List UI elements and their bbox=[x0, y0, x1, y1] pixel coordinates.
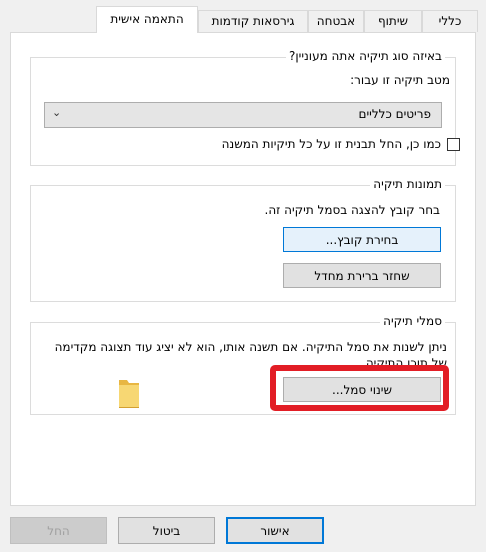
folder-pictures-group-title: תמונות תיקיה bbox=[370, 177, 445, 191]
cancel-button[interactable]: ביטול bbox=[118, 517, 215, 544]
tab-customize[interactable]: התאמה אישית bbox=[96, 6, 198, 33]
optimize-folder-select[interactable]: פריטים כלליים ⌄ bbox=[44, 102, 442, 128]
tab-sharing[interactable]: שיתוף bbox=[364, 10, 422, 32]
choose-file-instruction: בחר קובץ להצגה בסמל תיקיה זה. bbox=[264, 203, 441, 217]
tab-panel-customize: באיזה סוג תיקיה אתה מעוניין? מטב תיקיה ז… bbox=[10, 32, 476, 506]
tab-general[interactable]: כללי bbox=[422, 10, 478, 32]
tab-previous-versions[interactable]: גירסאות קודמות bbox=[198, 10, 308, 32]
folder-icons-description: ניתן לשנות את סמל התיקיה. אם תשנה אותו, … bbox=[54, 340, 447, 365]
folder-properties-dialog: כללי שיתוף אבטחה גירסאות קודמות התאמה אי… bbox=[0, 0, 486, 552]
chevron-down-icon: ⌄ bbox=[52, 106, 62, 119]
ok-button[interactable]: אישור bbox=[226, 517, 324, 544]
restore-default-button[interactable]: שחזר ברירת מחדל bbox=[283, 263, 441, 288]
apply-subfolders-label: כמו כן, החל תבנית זו על כל תיקיות המשנה bbox=[221, 137, 441, 151]
folder-icons-group-title: סמלי תיקיה bbox=[380, 314, 445, 328]
tab-security[interactable]: אבטחה bbox=[308, 10, 364, 32]
apply-subfolders-row[interactable]: כמו כן, החל תבנית זו על כל תיקיות המשנה bbox=[222, 137, 460, 151]
optimize-label: מטב תיקיה זו עבור: bbox=[350, 73, 450, 87]
folder-type-group-title: באיזה סוג תיקיה אתה מעוניין? bbox=[286, 49, 445, 63]
apply-subfolders-checkbox[interactable] bbox=[447, 137, 460, 151]
apply-button: החל bbox=[10, 517, 107, 544]
folder-icon bbox=[117, 377, 141, 409]
optimize-folder-selected-value: פריטים כלליים bbox=[358, 107, 431, 121]
choose-file-button[interactable]: בחירת קובץ... bbox=[283, 227, 441, 252]
change-icon-button[interactable]: שינוי סמל... bbox=[283, 377, 441, 402]
